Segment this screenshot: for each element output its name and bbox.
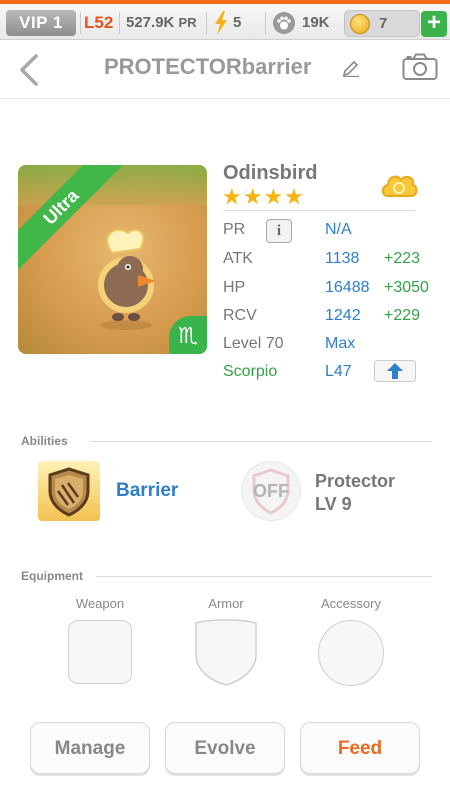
vip-badge[interactable]: VIP 1 — [6, 10, 76, 36]
pet-name: Odinsbird — [223, 162, 318, 184]
accessory-slot[interactable] — [318, 620, 384, 686]
stat-label-hp: HP — [223, 279, 246, 296]
player-pr-suffix: PR — [178, 15, 197, 30]
zodiac-label: Scorpio — [223, 363, 278, 380]
armor-slot[interactable] — [194, 619, 258, 687]
ability-off-label: OFF — [253, 481, 289, 501]
paw-count: 19K — [302, 14, 330, 31]
star-rating: ★★★★ — [222, 184, 305, 209]
upgrade-button[interactable] — [374, 360, 416, 382]
feed-button[interactable]: Feed — [300, 722, 420, 774]
weapon-slot[interactable] — [68, 620, 132, 684]
divider — [119, 12, 120, 34]
barrier-ability-icon[interactable] — [38, 461, 100, 521]
armor-label: Armor — [208, 596, 244, 611]
stat-bonus-hp: +3050 — [384, 279, 429, 296]
divider — [265, 12, 266, 34]
add-coins-button[interactable]: + — [421, 11, 447, 37]
coin-counter[interactable]: 7 — [344, 10, 420, 37]
player-level: L52 — [84, 13, 114, 32]
stat-label-atk: ATK — [223, 250, 253, 267]
shield-icon — [48, 467, 90, 517]
pet-illustration — [98, 228, 156, 330]
coin-icon — [350, 14, 370, 34]
energy-count: 5 — [233, 14, 242, 31]
zodiac-level: L47 — [325, 363, 352, 380]
divider — [206, 12, 207, 34]
ability-name-barrier[interactable]: Barrier — [116, 480, 178, 502]
divider — [223, 210, 415, 211]
divider — [80, 12, 81, 34]
weapon-label: Weapon — [75, 596, 125, 611]
player-pr-value: 527.9K — [126, 14, 175, 31]
stat-label-rcv: RCV — [223, 307, 257, 324]
info-button[interactable]: i — [266, 219, 292, 243]
stat-value-atk: 1138 — [325, 250, 360, 267]
paw-icon — [273, 12, 295, 34]
stat-value-pr: N/A — [325, 221, 352, 238]
cloud-element-icon — [381, 175, 418, 197]
pencil-icon[interactable] — [342, 59, 360, 77]
ability-name-protector: Protector — [315, 471, 396, 491]
status-bar: VIP 1 L52 527.9K PR 5 19K 7 + — [0, 0, 450, 40]
abilities-title: Abilities — [21, 434, 68, 448]
stat-label-level: Level 70 — [223, 335, 284, 352]
chevron-left-icon[interactable] — [18, 54, 40, 86]
pet-portrait[interactable]: Ultra ♏ — [18, 165, 207, 354]
stat-value-level: Max — [325, 335, 356, 352]
header: PROTECTORbarrier — [0, 40, 450, 99]
ability-level-protector: LV 9 — [315, 494, 352, 514]
evolve-button[interactable]: Evolve — [165, 722, 285, 774]
equipment-title: Equipment — [21, 569, 83, 583]
stat-value-rcv: 1242 — [325, 307, 361, 324]
stat-value-hp: 16488 — [325, 279, 370, 296]
accessory-label: Accessory — [321, 596, 381, 611]
divider — [96, 576, 432, 577]
energy-bolt-icon — [215, 11, 227, 35]
stat-bonus-atk: +223 — [384, 250, 421, 267]
protector-ability-icon[interactable]: OFF — [241, 461, 301, 521]
stat-bonus-rcv: +229 — [384, 307, 421, 324]
arrow-up-icon — [387, 363, 403, 379]
player-pr: 527.9K PR — [126, 14, 197, 31]
divider — [90, 441, 432, 442]
page-title: PROTECTORbarrier — [104, 54, 312, 79]
camera-icon[interactable] — [402, 53, 438, 81]
coin-count: 7 — [379, 15, 388, 32]
manage-button[interactable]: Manage — [30, 722, 150, 774]
stat-label-pr: PR — [223, 221, 246, 238]
scorpio-sign-icon: ♏ — [169, 316, 207, 354]
